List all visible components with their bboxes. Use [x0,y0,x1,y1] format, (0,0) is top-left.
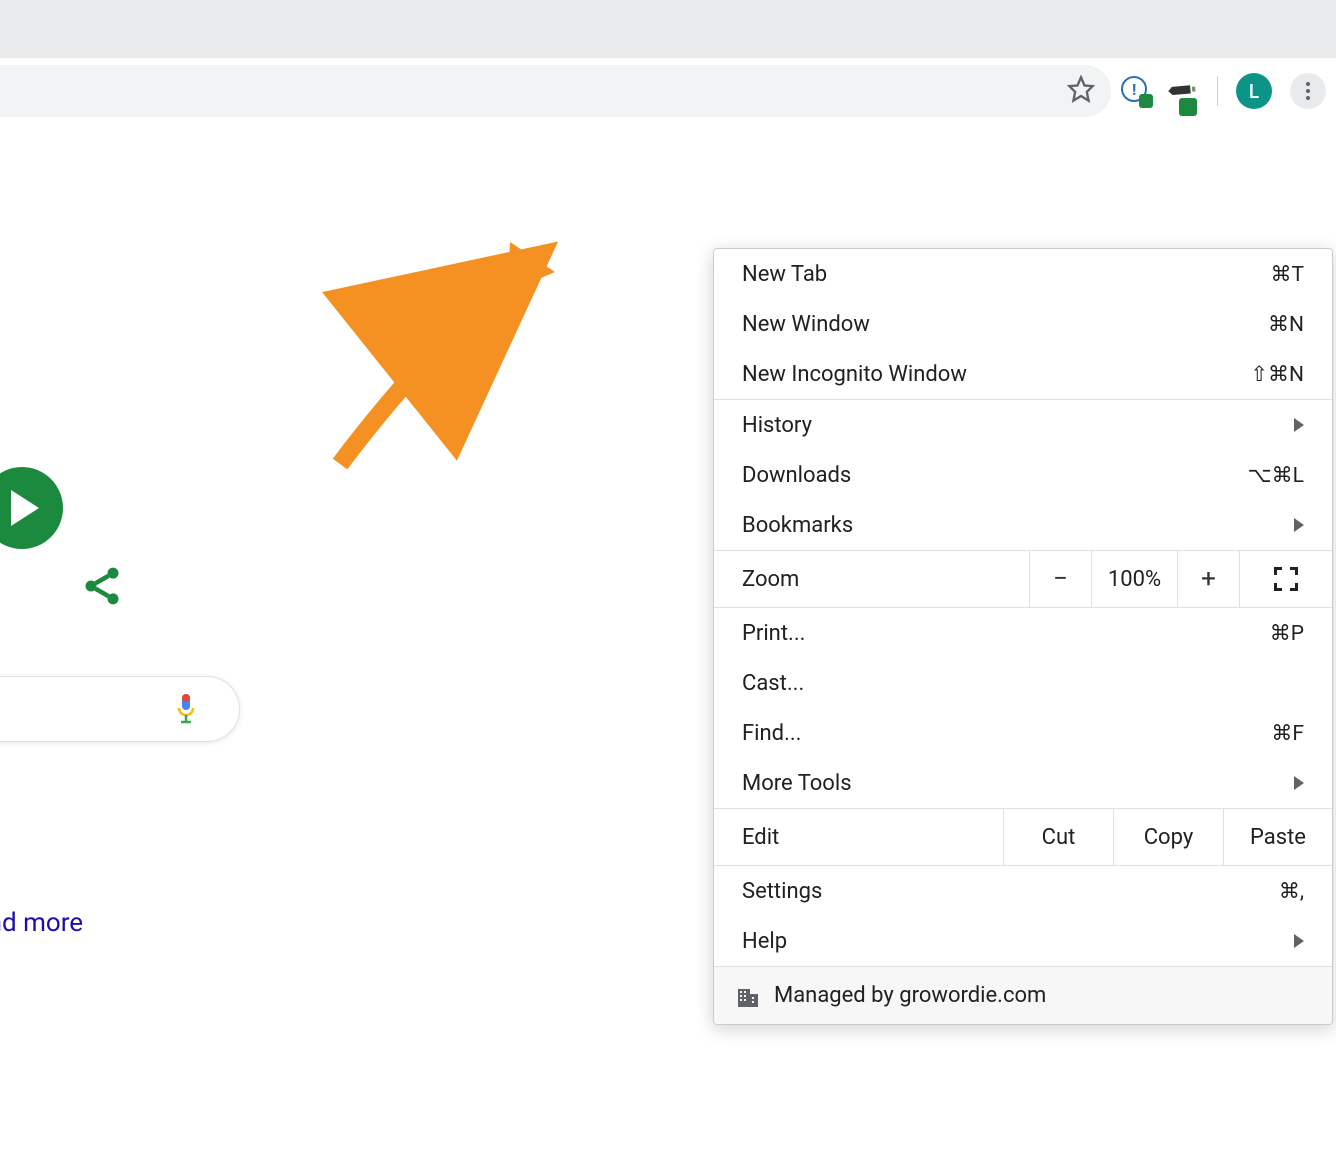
menu-item-history[interactable]: History [714,400,1332,450]
edit-copy-button[interactable]: Copy [1114,809,1224,865]
menu-item-more-tools[interactable]: More Tools [714,758,1332,808]
share-icon[interactable] [80,564,124,608]
menu-item-label: Help [742,929,787,954]
google-search-input[interactable] [0,676,240,742]
doodle-play-button[interactable] [0,467,63,549]
menu-item-zoom: Zoom − 100% + [714,551,1332,607]
menu-item-label: Find... [742,721,801,746]
chevron-right-icon [1294,776,1304,790]
browser-toolbar: L [0,58,1336,124]
profile-avatar[interactable]: L [1236,73,1272,109]
menu-item-label: History [742,413,812,438]
zoom-label: Zoom [714,551,1030,607]
menu-item-new-window[interactable]: New Window ⌘N [714,299,1332,349]
menu-item-settings[interactable]: Settings ⌘, [714,866,1332,916]
menu-item-downloads[interactable]: Downloads ⌥⌘L [714,450,1332,500]
edit-label: Edit [714,809,1004,865]
menu-item-label: Downloads [742,463,851,488]
extension-eyedropper-icon[interactable] [1169,76,1199,106]
toolbar-separator [1217,76,1218,106]
window-chrome-strip [0,0,1336,58]
address-bar[interactable] [0,65,1111,117]
voice-search-icon[interactable] [173,692,199,726]
menu-item-label: New Incognito Window [742,362,967,387]
menu-item-bookmarks[interactable]: Bookmarks [714,500,1332,550]
menu-item-find[interactable]: Find... ⌘F [714,708,1332,758]
bookmark-star-icon[interactable] [1067,75,1095,107]
menu-item-shortcut: ⌘T [1270,262,1304,287]
chrome-menu-button[interactable] [1290,73,1326,109]
chrome-main-menu: New Tab ⌘T New Window ⌘N New Incognito W… [713,248,1333,1025]
menu-item-shortcut: ⌥⌘L [1247,463,1304,488]
menu-item-label: New Window [742,312,870,337]
menu-item-label: Bookmarks [742,513,853,538]
menu-item-shortcut: ⌘N [1268,312,1304,337]
menu-item-help[interactable]: Help [714,916,1332,966]
fullscreen-button[interactable] [1240,551,1332,607]
menu-managed-notice[interactable]: Managed by growordie.com [714,966,1332,1024]
google-doodle-fragment: e [0,444,63,572]
annotation-arrow [310,124,570,484]
menu-item-print[interactable]: Print... ⌘P [714,608,1332,658]
chevron-right-icon [1294,518,1304,532]
menu-item-shortcut: ⇧⌘N [1250,362,1304,387]
edit-cut-button[interactable]: Cut [1004,809,1114,865]
menu-item-shortcut: ⌘, [1279,879,1304,904]
menu-item-new-tab[interactable]: New Tab ⌘T [714,249,1332,299]
edit-paste-button[interactable]: Paste [1224,809,1332,865]
menu-item-new-incognito[interactable]: New Incognito Window ⇧⌘N [714,349,1332,399]
menu-item-label: More Tools [742,771,852,796]
zoom-in-button[interactable]: + [1178,551,1240,607]
fullscreen-icon [1274,567,1298,591]
menu-item-edit: Edit Cut Copy Paste [714,809,1332,865]
zoom-level: 100% [1092,551,1178,607]
menu-item-label: Print... [742,621,805,646]
chevron-right-icon [1294,934,1304,948]
menu-item-shortcut: ⌘F [1271,721,1304,746]
menu-item-label: Settings [742,879,822,904]
menu-item-cast[interactable]: Cast... [714,658,1332,708]
menu-item-shortcut: ⌘P [1270,621,1304,646]
chevron-right-icon [1294,418,1304,432]
extension-icon-1[interactable] [1121,76,1151,106]
menu-item-label: Cast... [742,671,804,696]
zoom-out-button[interactable]: − [1030,551,1092,607]
page-link-fragment[interactable]: ts, and more [0,908,83,938]
avatar-initial: L [1249,80,1259,103]
managed-label: Managed by growordie.com [774,983,1046,1008]
menu-item-label: New Tab [742,262,827,287]
building-icon [736,985,760,1007]
